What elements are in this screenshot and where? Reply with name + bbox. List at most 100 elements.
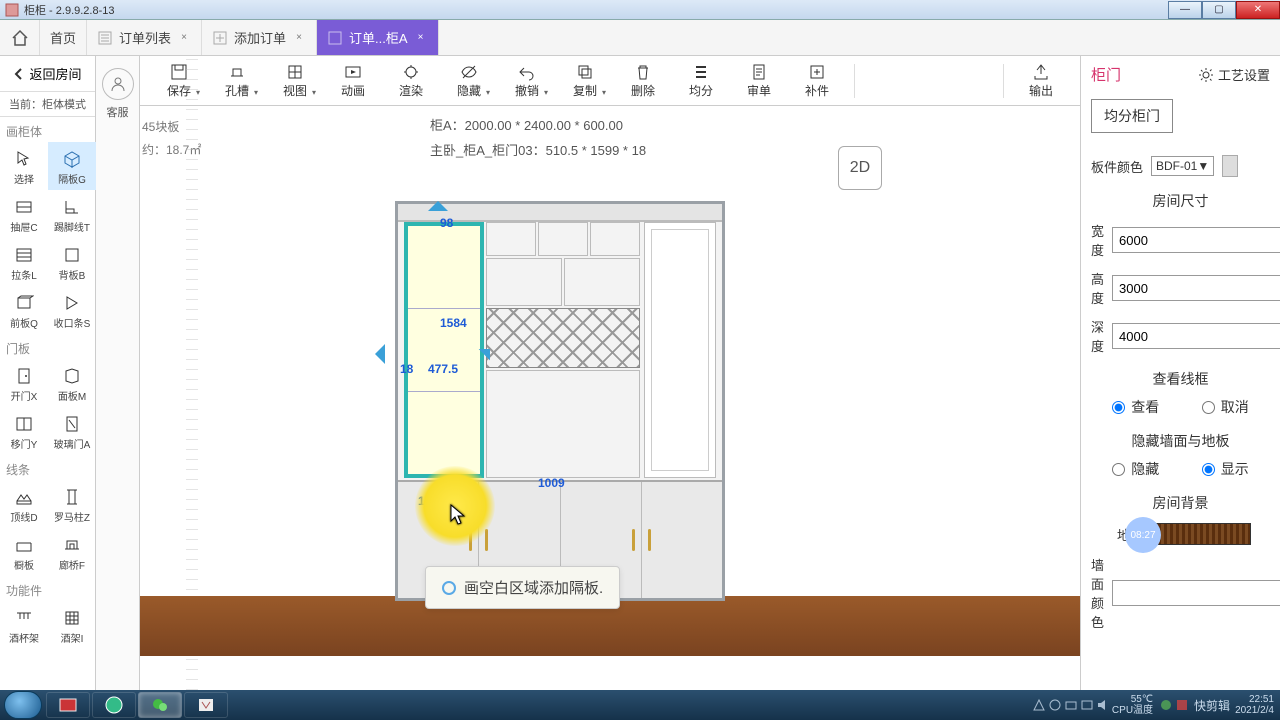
tool-backboard[interactable]: 背板B [48,238,96,286]
tab-bar: 首页 订单列表 × 添加订单 × 订单...柜A × [0,20,1280,56]
dim-label: 98 [440,216,453,230]
process-settings-button[interactable]: 工艺设置 [1198,65,1270,84]
tb-export[interactable]: 输出 [1016,62,1066,99]
task-app-1[interactable] [46,692,90,718]
back-to-room-button[interactable]: 返回房间 [0,56,95,92]
tab-order-cabinet-a[interactable]: 订单...柜A × [317,20,439,55]
canvas[interactable]: 保存▾ 孔槽▾ 视图▾ 动画 渲染 隐藏▾ 撤销▾ 复制▾ 删除 均分 审单 补… [140,56,1080,690]
wine-rack-icon [60,606,84,630]
tb-undo[interactable]: 撤销▾ [502,62,552,99]
add-icon [212,30,228,46]
move-up-arrow-icon[interactable] [428,191,448,211]
maximize-button[interactable]: ▢ [1202,1,1236,19]
tab-add-order[interactable]: 添加订单 × [202,20,317,55]
back-label: 返回房间 [29,64,81,83]
tab-home[interactable]: 首页 [40,20,87,55]
tool-closing-strip[interactable]: 收口条S [48,286,96,334]
canvas-toolbar: 保存▾ 孔槽▾ 视图▾ 动画 渲染 隐藏▾ 撤销▾ 复制▾ 删除 均分 审单 补… [140,56,1080,106]
home-icon [10,28,30,48]
board-color-select[interactable]: BDF-01▼ [1151,156,1214,176]
close-button[interactable]: ✕ [1236,1,1280,19]
tb-view[interactable]: 视图▾ [270,62,320,99]
wireframe-view-radio[interactable]: 查看 [1112,397,1159,417]
service-column: 客服 [96,56,140,690]
tool-drawer[interactable]: 抽屉C [0,190,48,238]
height-label: 高度 [1091,269,1104,307]
tray-icon[interactable] [1175,698,1189,712]
view-mode-2d[interactable]: 2D [838,146,882,190]
service-icon[interactable] [102,68,134,100]
cursor-icon [450,504,464,524]
tab-close-icon[interactable]: × [177,31,191,45]
tool-swing-door[interactable]: 开门X [0,359,48,407]
section-body: 画柜体 [0,117,95,142]
tool-wine-rack[interactable]: 酒架I [48,601,96,649]
minimize-button[interactable]: — [1168,1,1202,19]
wall-color-input[interactable] [1112,580,1280,606]
task-wechat[interactable] [138,692,182,718]
home-button[interactable] [0,20,40,55]
tool-column[interactable]: 罗马柱Z [48,480,96,528]
floor-swatch[interactable] [1151,523,1251,545]
separator [1003,64,1004,98]
depth-input[interactable] [1112,323,1280,349]
tab-order-list[interactable]: 订单列表 × [87,20,202,55]
tool-sidebar: 返回房间 当前：柜体模式 画柜体 选择 隔板G 抽屉C 踢脚线T 拉条L 背板B… [0,56,96,690]
task-app-current[interactable] [184,692,228,718]
tb-anim[interactable]: 动画 [328,62,378,99]
tool-panel[interactable]: 面板M [48,359,96,407]
panel-icon [60,364,84,388]
color-swatch[interactable] [1222,155,1238,177]
hide-radio[interactable]: 隐藏 [1112,459,1159,479]
tray-icon[interactable] [1159,698,1173,712]
dim-label: 477.5 [428,362,458,376]
slot-icon [226,62,248,82]
tool-glass-rack[interactable]: 酒杯架 [0,601,48,649]
tb-slot[interactable]: 孔槽▾ [212,62,262,99]
width-input[interactable] [1112,227,1280,253]
height-input[interactable] [1112,275,1280,301]
tb-review[interactable]: 审单 [734,62,784,99]
tb-render[interactable]: 渲染 [386,62,436,99]
hide-icon [458,62,480,82]
tray-icon[interactable] [1048,698,1062,712]
tool-crown[interactable]: 顶线D [0,480,48,528]
tool-select[interactable]: 选择 [0,142,48,190]
tool-frontboard[interactable]: 前板Q [0,286,48,334]
taskbar: 55℃CPU温度 快剪辑 22:512021/2/4 [0,690,1280,720]
tool-glass-door[interactable]: 玻璃门A [48,407,96,455]
tray-icon[interactable] [1064,698,1078,712]
start-button[interactable] [4,691,42,719]
tool-shelf[interactable]: 橱板 [0,528,48,576]
speaker-icon[interactable] [1096,698,1110,712]
tab-close-icon[interactable]: × [414,31,428,45]
door-icon [12,364,36,388]
review-icon [748,62,770,82]
tb-delete[interactable]: 删除 [618,62,668,99]
tool-slide-door[interactable]: 移门Y [0,407,48,455]
task-browser[interactable] [92,692,136,718]
time-badge: 08:27 [1125,517,1161,553]
right-compartment [644,222,716,478]
show-radio[interactable]: 显示 [1202,459,1249,479]
tool-bridge[interactable]: 廊桥F [48,528,96,576]
network-icon[interactable] [1080,698,1094,712]
selected-door-panel[interactable] [404,222,484,478]
panel-tab-door[interactable]: 柜门 [1091,64,1121,85]
tb-supplement[interactable]: 补件 [792,62,842,99]
tb-copy[interactable]: 复制▾ [560,62,610,99]
service-label: 客服 [96,104,139,120]
tb-equalize[interactable]: 均分 [676,62,726,99]
tool-kickline[interactable]: 踢脚线T [48,190,96,238]
move-left-arrow-icon[interactable] [365,344,385,364]
wall-color-label: 墙面颜色 [1091,555,1104,631]
tb-hide[interactable]: 隐藏▾ [444,62,494,99]
tab-close-icon[interactable]: × [292,31,306,45]
wireframe-cancel-radio[interactable]: 取消 [1202,397,1249,417]
clock-date: 2021/2/4 [1235,705,1274,716]
hint-tooltip: 画空白区域添加隔板. [425,566,620,609]
tool-strip[interactable]: 拉条L [0,238,48,286]
split-door-button[interactable]: 均分柜门 [1091,99,1173,133]
tool-partition[interactable]: 隔板G [48,142,96,190]
tray-icon[interactable] [1032,698,1046,712]
